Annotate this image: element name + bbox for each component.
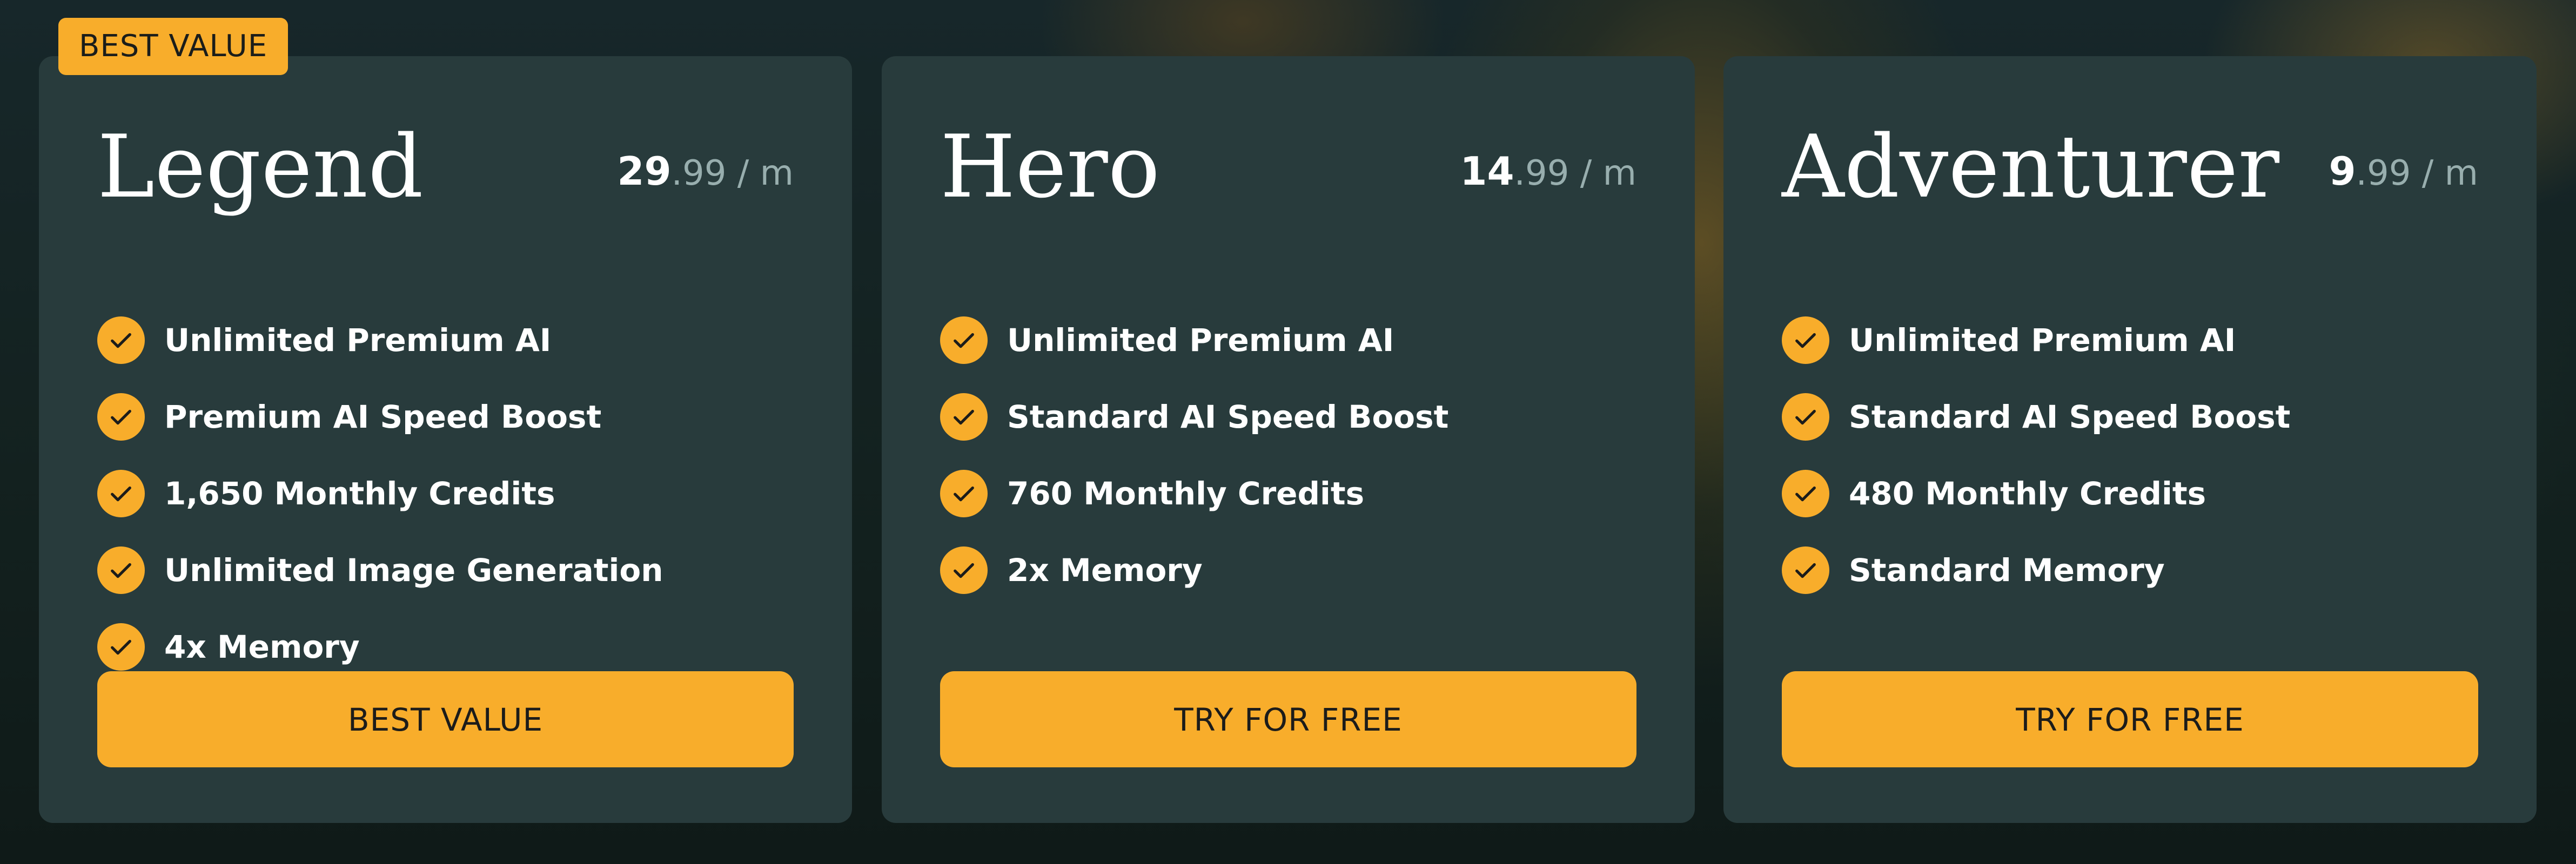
price-whole: 29 (617, 148, 672, 194)
plan-card-adventurer: Adventurer 9.99 / m Unlimited Premium AI… (1723, 56, 2537, 823)
feature-item: 1,650 Monthly Credits (97, 455, 663, 532)
feature-item: Premium AI Speed Boost (97, 379, 663, 455)
feature-item: Standard AI Speed Boost (940, 379, 1448, 455)
feature-item: 760 Monthly Credits (940, 455, 1448, 532)
feature-label: 2x Memory (1007, 552, 1203, 589)
check-circle-icon (940, 546, 988, 594)
check-circle-icon (97, 316, 145, 364)
price-whole: 9 (2329, 148, 2356, 194)
feature-item: Standard AI Speed Boost (1782, 379, 2290, 455)
check-circle-icon (1782, 393, 1829, 441)
feature-item: Unlimited Premium AI (940, 302, 1448, 379)
feature-label: Unlimited Premium AI (1007, 322, 1394, 359)
check-circle-icon (940, 393, 988, 441)
try-for-free-button[interactable]: TRY FOR FREE (1782, 671, 2478, 767)
check-circle-icon (97, 623, 145, 671)
plan-card-hero: Hero 14.99 / m Unlimited Premium AI Stan… (882, 56, 1695, 823)
best-value-button[interactable]: BEST VALUE (97, 671, 794, 767)
feature-label: 760 Monthly Credits (1007, 475, 1365, 512)
check-circle-icon (1782, 546, 1829, 594)
feature-item: Unlimited Premium AI (1782, 302, 2290, 379)
feature-label: Standard Memory (1849, 552, 2165, 589)
feature-label: Unlimited Premium AI (164, 322, 552, 359)
plan-price: 29.99 / m (617, 145, 794, 199)
feature-label: 4x Memory (164, 629, 360, 665)
feature-label: Unlimited Premium AI (1849, 322, 2236, 359)
feature-label: Standard AI Speed Boost (1007, 399, 1449, 435)
price-cents-period: .99 / m (1514, 153, 1636, 193)
feature-list: Unlimited Premium AI Premium AI Speed Bo… (97, 302, 663, 685)
check-circle-icon (97, 393, 145, 441)
feature-item: 480 Monthly Credits (1782, 455, 2290, 532)
check-circle-icon (97, 546, 145, 594)
plan-price: 9.99 / m (2329, 145, 2478, 199)
feature-label: Unlimited Image Generation (164, 552, 663, 589)
plan-name: Adventurer (1782, 116, 2280, 217)
price-cents-period: .99 / m (671, 153, 794, 193)
check-circle-icon (1782, 470, 1829, 517)
check-circle-icon (940, 470, 988, 517)
try-for-free-button[interactable]: TRY FOR FREE (940, 671, 1636, 767)
price-whole: 14 (1460, 148, 1514, 194)
feature-label: Standard AI Speed Boost (1849, 399, 2291, 435)
check-circle-icon (940, 316, 988, 364)
feature-item: Unlimited Premium AI (97, 302, 663, 379)
feature-label: 1,650 Monthly Credits (164, 475, 555, 512)
feature-item: Standard Memory (1782, 532, 2290, 609)
plan-name: Hero (940, 116, 1160, 217)
feature-list: Unlimited Premium AI Standard AI Speed B… (940, 302, 1448, 609)
best-value-badge: BEST VALUE (58, 18, 289, 75)
plan-name: Legend (97, 116, 424, 217)
price-cents-period: .99 / m (2356, 153, 2478, 193)
feature-list: Unlimited Premium AI Standard AI Speed B… (1782, 302, 2290, 609)
plan-card-legend: Legend 29.99 / m Unlimited Premium AI Pr… (39, 56, 852, 823)
check-circle-icon (1782, 316, 1829, 364)
feature-item: 2x Memory (940, 532, 1448, 609)
feature-item: Unlimited Image Generation (97, 532, 663, 609)
feature-label: 480 Monthly Credits (1849, 475, 2206, 512)
feature-label: Premium AI Speed Boost (164, 399, 602, 435)
check-circle-icon (97, 470, 145, 517)
plan-price: 14.99 / m (1460, 145, 1636, 199)
